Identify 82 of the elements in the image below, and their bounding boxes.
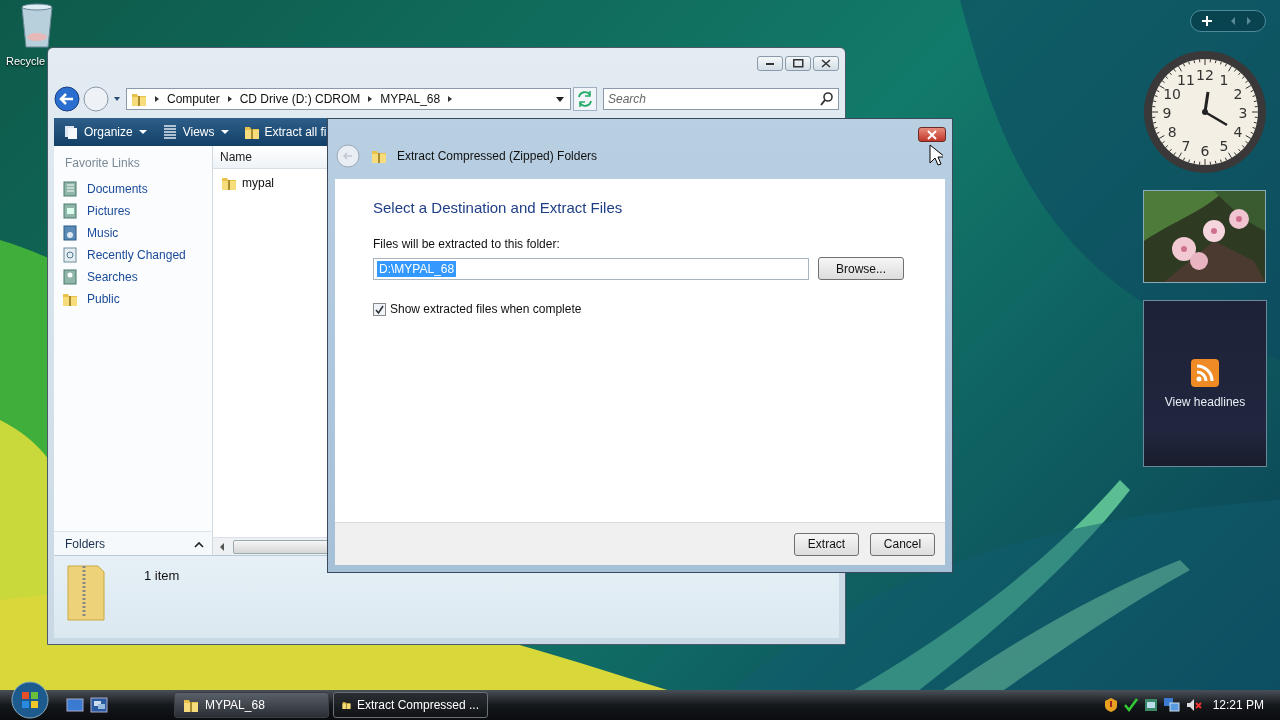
minimize-icon <box>766 62 774 65</box>
zip-folder-icon <box>371 148 387 164</box>
clock-numeral: 11 <box>1177 72 1195 89</box>
shield-icon[interactable] <box>1102 697 1119 713</box>
taskbar-button[interactable]: Extract Compressed ... <box>333 692 488 718</box>
section-heading: Favorite Links <box>64 155 141 172</box>
network-icon[interactable] <box>1162 697 1181 713</box>
caret-icon <box>219 128 230 136</box>
library-icon <box>62 247 78 263</box>
monitor-icon[interactable] <box>1142 697 1159 713</box>
breadcrumb-item[interactable]: CD Drive (D:) CDROM <box>239 92 361 106</box>
show-desktop-icon[interactable] <box>66 697 84 713</box>
library-icon <box>62 225 78 241</box>
clock-numeral: 5 <box>1219 137 1229 154</box>
favorite-link[interactable]: Pictures <box>54 200 212 222</box>
close-button[interactable] <box>918 127 946 142</box>
clock-gadget[interactable]: 11 12 1 10 2 9 3 8 4 7 6 5 <box>1143 50 1267 174</box>
window-title: Extract Compressed (Zipped) Folders <box>397 149 598 163</box>
taskbar-button[interactable]: MYPAL_68 <box>174 692 329 718</box>
checkbox[interactable] <box>373 302 386 316</box>
folder-icon <box>221 175 237 191</box>
search-field[interactable]: Search <box>603 88 839 110</box>
caret-icon <box>137 128 148 136</box>
breadcrumb-item[interactable]: MYPAL_68 <box>380 92 441 106</box>
desktop-icon-label[interactable]: Recycle <box>6 55 46 67</box>
maximize-button[interactable] <box>785 56 811 71</box>
back-button[interactable] <box>54 86 80 112</box>
cancel-button[interactable]: Cancel <box>870 532 935 556</box>
folders-bar[interactable]: Folders <box>54 531 212 555</box>
file-item[interactable]: mypal <box>221 172 831 194</box>
clock-numeral: 3 <box>1238 105 1248 121</box>
switch-windows-icon[interactable] <box>90 697 108 713</box>
clock-numeral: 4 <box>1233 124 1243 140</box>
clock-numeral: 8 <box>1167 124 1177 140</box>
library-icon <box>62 203 78 219</box>
library-icon <box>62 181 78 197</box>
close-button[interactable] <box>813 56 839 71</box>
clock-numeral: 10 <box>1163 86 1181 102</box>
clock-numeral: 1 <box>1219 72 1229 89</box>
feed-label[interactable]: View headlines <box>1164 394 1246 409</box>
clock-hands <box>1202 91 1228 127</box>
collapse-caret-icon <box>194 539 204 548</box>
search-icon[interactable] <box>819 91 835 107</box>
pages-icon <box>63 124 79 140</box>
folder-icon <box>131 91 147 107</box>
favorite-link[interactable]: Searches <box>54 266 212 288</box>
item-count: 1 item <box>144 567 180 583</box>
folder-icon <box>243 124 260 140</box>
start-button[interactable] <box>8 680 52 720</box>
favorite-link[interactable]: Documents <box>54 178 212 200</box>
library-icon <box>62 269 78 285</box>
close-icon <box>925 129 939 140</box>
favorite-link[interactable]: Public <box>54 288 212 310</box>
organize-button[interactable]: Organize <box>58 121 153 143</box>
folder-icon <box>183 697 199 713</box>
checkbox-label[interactable]: Show extracted files when complete <box>390 302 582 316</box>
dialog-heading: Select a Destination and Extract Files <box>373 199 624 216</box>
clock-numeral: 12 <box>1196 67 1214 83</box>
list-view-icon <box>161 124 178 140</box>
mouse-cursor-icon <box>929 144 943 166</box>
breadcrumb-item[interactable]: Computer <box>167 92 220 106</box>
folder-icon <box>62 291 78 307</box>
address-bar[interactable]: Computer CD Drive (D:) CDROM MYPAL_68 <box>126 88 571 110</box>
favorite-link[interactable]: Recently Changed <box>54 244 212 266</box>
clock-time[interactable]: 12:21 PM <box>1212 698 1264 712</box>
clock-numeral: 6 <box>1200 143 1210 159</box>
clock-numeral: 7 <box>1181 137 1191 154</box>
extract-button[interactable]: Extract <box>794 532 859 556</box>
field-label: Files will be extracted to this folder: <box>373 237 561 251</box>
browse-button[interactable]: Browse... <box>818 257 904 280</box>
checkmark-icon[interactable] <box>1122 697 1139 713</box>
refresh-button[interactable] <box>573 87 597 111</box>
favorite-link[interactable]: Music <box>54 222 212 244</box>
views-button[interactable]: Views <box>156 121 235 143</box>
recycle-bin-icon[interactable] <box>18 3 56 49</box>
maximize-icon <box>792 59 804 68</box>
close-icon <box>821 59 831 68</box>
rss-icon <box>1191 358 1219 387</box>
clock-numeral: 2 <box>1233 86 1243 102</box>
minimize-button[interactable] <box>757 56 783 71</box>
clock-numeral: 9 <box>1162 105 1172 121</box>
volume-muted-icon[interactable] <box>1184 697 1203 713</box>
